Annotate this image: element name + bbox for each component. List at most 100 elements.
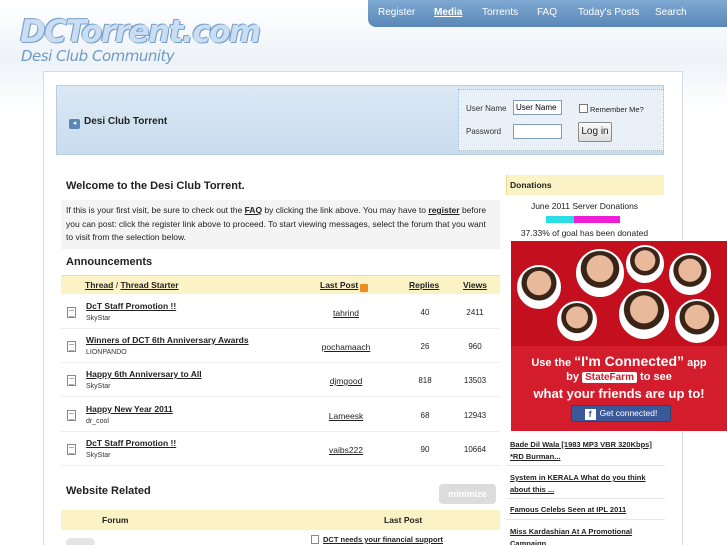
breadcrumb[interactable]: ◂ Desi Club Torrent	[69, 116, 167, 129]
post-document-icon	[311, 535, 319, 544]
last-post-label: Last Post	[320, 280, 359, 290]
login-form: User Name Remember Me? Password Log in	[458, 89, 664, 151]
nav-register[interactable]: Register	[378, 7, 415, 18]
sidebar-divider	[506, 465, 665, 466]
thread-title-link[interactable]: Winners of DCT 6th Anniversary Awards	[86, 335, 249, 345]
ad-photo	[557, 301, 597, 341]
statefarm-advertisement[interactable]: Use the “I'm Connected” app by StateFarm…	[511, 241, 727, 431]
last-post-user-link[interactable]: pochamaach	[306, 342, 386, 352]
statefarm-logo: StateFarm	[582, 372, 637, 383]
forum-column-header: Forum	[102, 515, 129, 525]
donation-goal-text: 37.33% of goal has been donated	[520, 228, 649, 238]
faq-link[interactable]: FAQ	[245, 205, 262, 215]
welcome-title: Welcome to the Desi Club Torrent.	[66, 180, 245, 192]
ad-photo	[619, 289, 669, 339]
password-input[interactable]	[513, 124, 562, 139]
welcome-text-2: by clicking the link above. You may have…	[262, 205, 429, 215]
sort-thread-starter[interactable]: Thread Starter	[120, 280, 178, 290]
view-count: 12943	[463, 411, 487, 420]
sidebar-thread-link[interactable]: Miss Kardashian At A Promotional Campaig…	[510, 526, 665, 545]
nav-search[interactable]: Search	[655, 7, 687, 18]
ad-line1-suffix: app	[684, 357, 707, 369]
welcome-message: If this is your first visit, be sure to …	[61, 200, 500, 249]
remember-me-checkbox[interactable]	[579, 104, 588, 113]
thread-title-link[interactable]: DcT Staff Promotion !!	[86, 438, 176, 448]
thread-title-link[interactable]: DcT Staff Promotion !!	[86, 301, 176, 311]
nav-todays-posts[interactable]: Today's Posts	[578, 7, 639, 18]
donations-subtitle: June 2011 Server Donations	[530, 201, 639, 211]
logo-sub-text: Desi Club Community	[21, 47, 175, 65]
ad-line1-prefix: Use the	[531, 357, 575, 369]
login-button[interactable]: Log in	[578, 122, 612, 142]
ad-headline: Use the “I'm Connected” app	[511, 353, 727, 369]
thread-starter: LIONPANDO	[86, 349, 127, 356]
forum-table-header: Forum Last Post	[61, 510, 500, 530]
donation-progress-bar	[546, 216, 620, 223]
facebook-icon: f	[584, 409, 596, 420]
welcome-text-1: If this is your first visit, be sure to …	[66, 205, 245, 215]
ad-photo	[626, 245, 664, 283]
forum-last-post-title: DCT needs your financial support	[323, 535, 444, 544]
announcement-row: Happy 6th Anniversary to All SkyStar djm…	[61, 363, 500, 397]
password-label: Password	[466, 127, 502, 136]
view-count: 10664	[463, 445, 487, 454]
username-label: User Name	[466, 104, 507, 113]
announcements-title: Announcements	[66, 256, 153, 268]
forum-status-indicator	[66, 538, 95, 545]
last-post-column-header: Last Post	[384, 515, 423, 525]
thread-title-link[interactable]: Happy 6th Anniversary to All	[86, 369, 202, 379]
announcements-header: Thread / Thread Starter Last Post Replie…	[61, 275, 500, 294]
reply-count: 26	[420, 342, 430, 351]
navbit-arrow-icon: ◂	[69, 119, 80, 129]
view-count: 2411	[466, 308, 484, 317]
rss-icon	[360, 284, 369, 292]
ad-tagline: what your friends are up to!	[533, 386, 705, 401]
ad-line2-prefix: by	[566, 371, 583, 383]
last-post-user-link[interactable]: djmgood	[306, 376, 386, 386]
donation-progress-fill	[546, 216, 574, 223]
thread-sort-group: Thread / Thread Starter	[85, 280, 179, 290]
site-logo[interactable]: DCTorrent.com Desi Club Community	[20, 14, 261, 68]
logo-main-text: DCTorrent.com	[20, 14, 261, 50]
forum-last-post-link[interactable]: DCT needs your financial support	[311, 535, 443, 544]
username-input[interactable]	[513, 100, 562, 115]
last-post-user-link[interactable]: Lameesk	[306, 411, 386, 421]
ad-photo	[576, 249, 624, 297]
ad-photo	[669, 253, 711, 295]
reply-count: 818	[418, 376, 432, 385]
thread-document-icon	[67, 444, 76, 455]
sidebar-divider	[506, 498, 665, 499]
ad-line1-app-name: “I'm Connected”	[574, 353, 685, 369]
sidebar-thread-link[interactable]: System in KERALA What do you think about…	[510, 472, 665, 496]
sort-last-post[interactable]: Last Post	[320, 280, 369, 292]
minimize-button[interactable]: minimize	[439, 484, 496, 504]
sidebar-thread-link[interactable]: Bade Dil Wala [1983 MP3 VBR 320Kbps] *RD…	[510, 439, 665, 463]
sort-replies[interactable]: Replies	[409, 280, 439, 290]
thread-starter: SkyStar	[86, 383, 111, 390]
sidebar-thread-link[interactable]: Famous Celebs Seen at IPL 2011	[510, 504, 665, 516]
thread-title-link[interactable]: Happy New Year 2011	[86, 404, 173, 414]
ad-photo-collage	[511, 241, 727, 346]
announcement-row: Winners of DCT 6th Anniversary Awards LI…	[61, 329, 500, 363]
ad-line2-suffix: to see	[636, 371, 672, 383]
website-related-title: Website Related	[66, 485, 151, 497]
donations-header: Donations	[506, 175, 664, 195]
last-post-user-link[interactable]: vaibs222	[306, 445, 386, 455]
announcement-row: DcT Staff Promotion !! SkyStar tahrind 4…	[61, 295, 500, 329]
announcement-row: DcT Staff Promotion !! SkyStar vaibs222 …	[61, 432, 500, 466]
get-connected-button[interactable]: f Get connected!	[571, 405, 671, 422]
last-post-user-link[interactable]: tahrind	[306, 308, 386, 318]
thread-document-icon	[67, 410, 76, 421]
nav-torrents[interactable]: Torrents	[482, 7, 518, 18]
sort-views[interactable]: Views	[463, 280, 487, 290]
thread-starter: SkyStar	[86, 315, 111, 322]
sort-thread[interactable]: Thread	[85, 280, 113, 290]
register-link[interactable]: register	[428, 205, 459, 215]
nav-media[interactable]: Media	[434, 7, 462, 18]
thread-document-icon	[67, 375, 76, 386]
breadcrumb-label: Desi Club Torrent	[84, 116, 168, 127]
view-count: 13503	[463, 376, 487, 385]
thread-starter: dr_cool	[86, 418, 109, 425]
top-navigation: Register Media Torrents FAQ Today's Post…	[368, 0, 727, 27]
nav-faq[interactable]: FAQ	[537, 7, 557, 18]
